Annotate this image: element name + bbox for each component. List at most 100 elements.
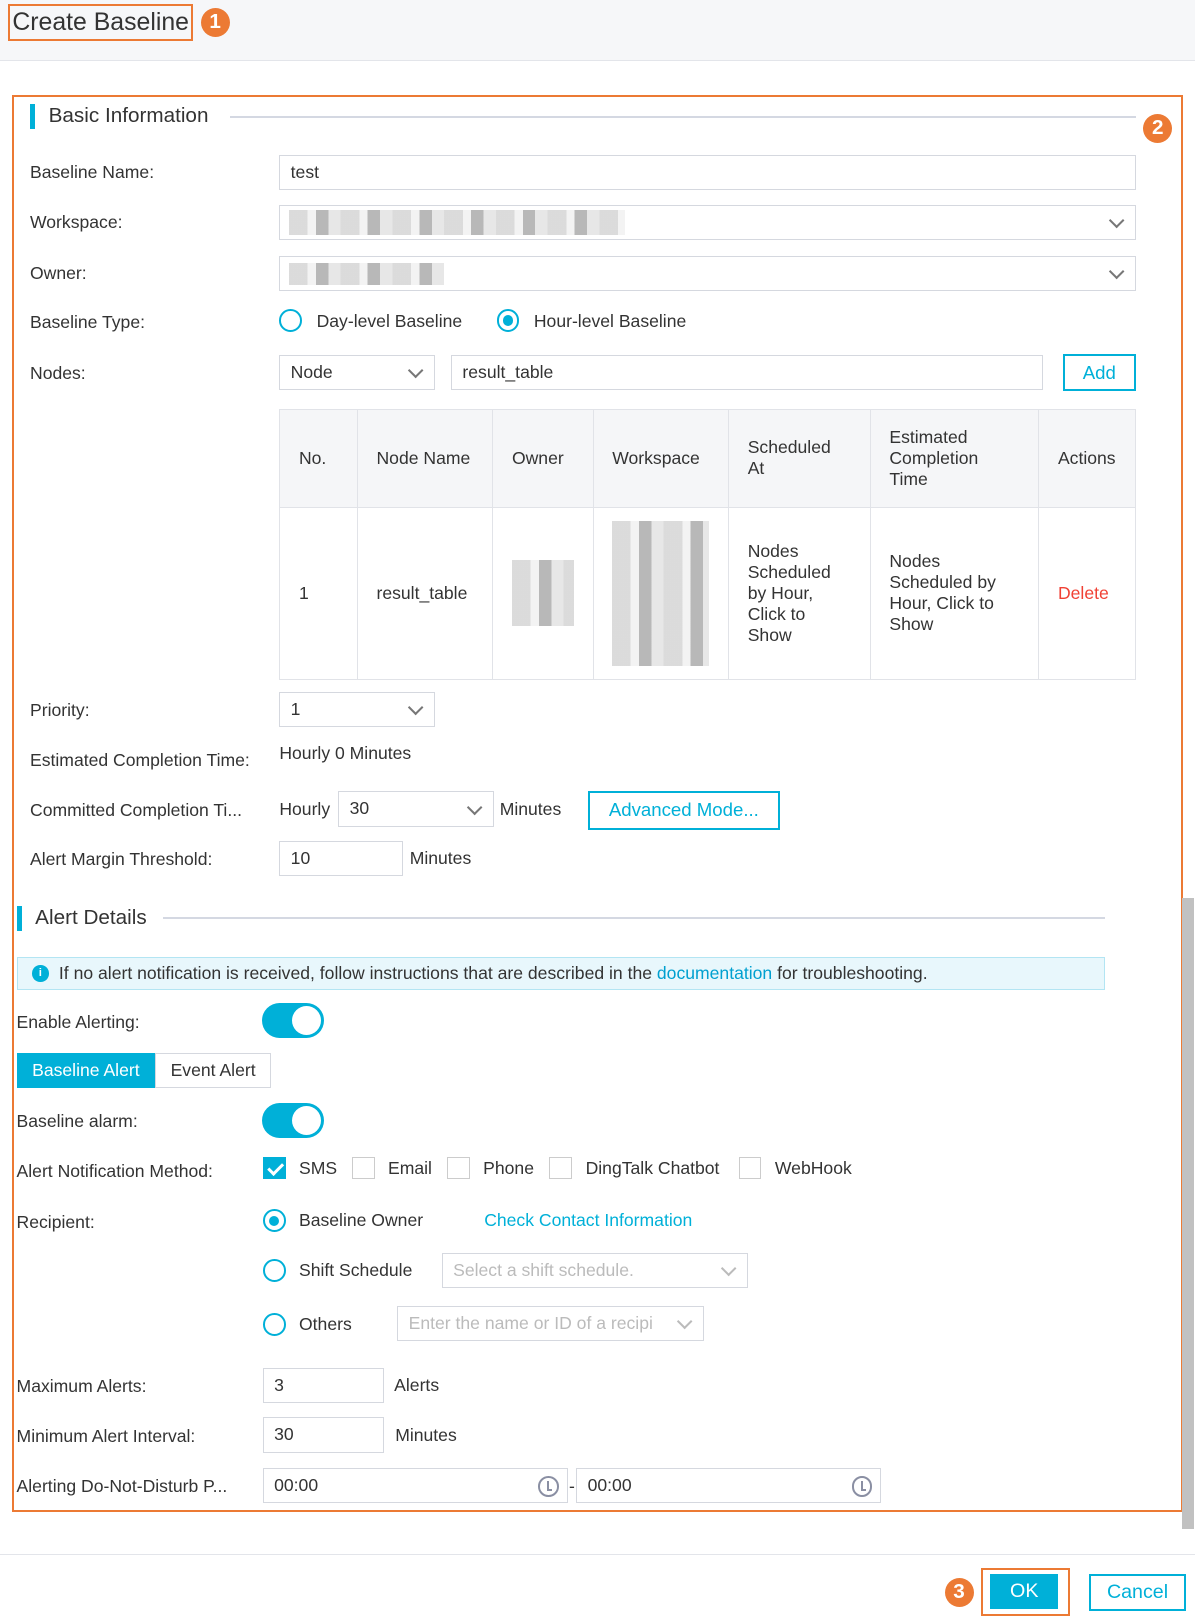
section-bar: [16, 906, 22, 932]
baseline-name-label: Baseline Name:: [30, 162, 155, 183]
workspace-label: Workspace:: [30, 212, 123, 233]
col-no: No.: [279, 408, 358, 508]
baseline-type-label: Baseline Type:: [30, 312, 145, 333]
margin-label: Alert Margin Threshold:: [30, 849, 213, 870]
clock-icon: [538, 1476, 559, 1498]
phone-label[interactable]: Phone: [483, 1158, 534, 1179]
col-scheduled-at: Scheduled At: [728, 408, 871, 508]
checkbox-phone[interactable]: [446, 1156, 470, 1180]
baseline-name-input[interactable]: test: [279, 155, 1136, 191]
dialog-title: Create Baseline: [8, 4, 194, 42]
dnd-end-value: 00:00: [587, 1475, 632, 1496]
cell-owner: [492, 506, 594, 680]
notice-text: If no alert notification is received, fo…: [58, 963, 657, 983]
others-select[interactable]: Enter the name or ID of a recipi: [397, 1305, 704, 1341]
priority-value: 1: [290, 699, 301, 720]
interval-label: Minimum Alert Interval:: [16, 1425, 196, 1446]
cell-estimated[interactable]: Nodes Scheduled by Hour, Click to Show: [869, 506, 1040, 680]
redacted-workspace: [612, 520, 710, 666]
interval-unit: Minutes: [395, 1424, 457, 1445]
webhook-label[interactable]: WebHook: [775, 1158, 852, 1179]
divider: [163, 916, 1105, 919]
shift-placeholder: Select a shift schedule.: [453, 1259, 634, 1280]
clock-icon: [851, 1476, 873, 1498]
baseline-owner-label[interactable]: Baseline Owner: [299, 1210, 423, 1231]
baseline-alarm-toggle[interactable]: [261, 1102, 324, 1139]
email-label[interactable]: Email: [388, 1158, 432, 1179]
committed-label: Committed Completion Ti...: [30, 799, 242, 820]
section-basic-info: Basic Information: [48, 104, 209, 128]
chevron-down-icon: [407, 700, 424, 717]
committed-prefix: Hourly: [279, 798, 331, 819]
chevron-down-icon: [466, 799, 483, 816]
est-completion-label: Estimated Completion Time:: [30, 750, 250, 771]
callout-3: 3: [944, 1577, 974, 1607]
radio-baseline-owner[interactable]: [262, 1209, 286, 1233]
enable-alerting-label: Enable Alerting:: [16, 1011, 140, 1032]
notice-text-end: for troubleshooting.: [772, 963, 928, 983]
owner-select[interactable]: [279, 255, 1136, 291]
tab-baseline-alert[interactable]: Baseline Alert: [16, 1053, 156, 1089]
documentation-link[interactable]: documentation: [657, 963, 772, 983]
dingtalk-label[interactable]: DingTalk Chatbot: [586, 1158, 720, 1179]
priority-select[interactable]: 1: [279, 692, 435, 728]
dnd-start-value: 00:00: [274, 1475, 319, 1496]
tab-event-alert[interactable]: Event Alert: [155, 1053, 271, 1089]
redacted-workspace: [288, 209, 625, 235]
chevron-down-icon: [1108, 263, 1125, 280]
create-baseline-dialog: Create Baseline 1 2 Basic Information Ba…: [0, 0, 1195, 1624]
cell-workspace: [592, 506, 730, 680]
radio-shift-schedule[interactable]: [262, 1259, 286, 1282]
cancel-button[interactable]: Cancel: [1089, 1573, 1186, 1611]
table-row: 1 result_table Nodes Scheduled by Hour, …: [279, 506, 1136, 680]
chevron-down-icon: [407, 362, 424, 379]
interval-input[interactable]: 30: [262, 1417, 384, 1453]
chevron-down-icon: [720, 1260, 737, 1277]
check-contact-link[interactable]: Check Contact Information: [484, 1210, 692, 1231]
workspace-select[interactable]: [279, 204, 1136, 241]
ok-button[interactable]: OK: [990, 1573, 1059, 1609]
max-alerts-input[interactable]: 3: [262, 1367, 384, 1403]
chevron-down-icon: [676, 1313, 693, 1330]
checkbox-dingtalk[interactable]: [549, 1156, 573, 1180]
table-header-row: No. Node Name Owner Workspace Scheduled …: [279, 408, 1136, 508]
redacted-owner: [511, 560, 574, 627]
checkbox-email[interactable]: [351, 1156, 375, 1180]
hour-level-label[interactable]: Hour-level Baseline: [534, 311, 686, 332]
cell-no: 1: [279, 506, 358, 680]
radio-others[interactable]: [262, 1312, 286, 1336]
shift-schedule-select[interactable]: Select a shift schedule.: [441, 1252, 748, 1289]
node-search-input[interactable]: result_table: [451, 354, 1043, 391]
enable-alerting-toggle[interactable]: [261, 1002, 324, 1038]
advanced-mode-button[interactable]: Advanced Mode...: [587, 791, 781, 830]
node-type-select[interactable]: Node: [279, 354, 435, 391]
col-estimated: Estimated Completion Time: [869, 408, 1040, 508]
others-label[interactable]: Others: [299, 1314, 352, 1335]
footer-divider: [0, 1553, 1195, 1555]
cell-node-name: result_table: [356, 506, 494, 680]
add-button[interactable]: Add: [1062, 353, 1136, 392]
checkbox-sms[interactable]: [262, 1156, 286, 1180]
radio-day-level[interactable]: [279, 309, 303, 333]
dnd-label: Alerting Do-Not-Disturb P...: [16, 1476, 228, 1497]
delete-link[interactable]: Delete: [1038, 506, 1136, 680]
margin-input[interactable]: 10: [279, 841, 404, 877]
sms-label[interactable]: SMS: [299, 1158, 337, 1179]
committed-unit: Minutes: [499, 798, 562, 819]
margin-unit: Minutes: [409, 848, 472, 869]
max-alerts-label: Maximum Alerts:: [16, 1376, 147, 1397]
est-completion-value: Hourly 0 Minutes: [279, 742, 412, 763]
redacted-owner: [288, 262, 444, 286]
committed-select[interactable]: 30: [338, 791, 494, 827]
checkbox-webhook[interactable]: [738, 1156, 762, 1180]
info-notice: i If no alert notification is received, …: [16, 957, 1105, 991]
shift-schedule-label[interactable]: Shift Schedule: [299, 1260, 412, 1281]
info-icon: i: [32, 965, 49, 982]
chevron-down-icon: [1108, 212, 1125, 229]
scrollbar[interactable]: [1181, 898, 1194, 1530]
others-placeholder: Enter the name or ID of a recipi: [408, 1312, 653, 1333]
cell-scheduled-at[interactable]: Nodes Scheduled by Hour, Click to Show: [728, 506, 871, 680]
dnd-start-input[interactable]: 00:00: [262, 1468, 568, 1504]
dnd-end-input[interactable]: 00:00: [576, 1468, 882, 1504]
day-level-label[interactable]: Day-level Baseline: [317, 311, 463, 332]
